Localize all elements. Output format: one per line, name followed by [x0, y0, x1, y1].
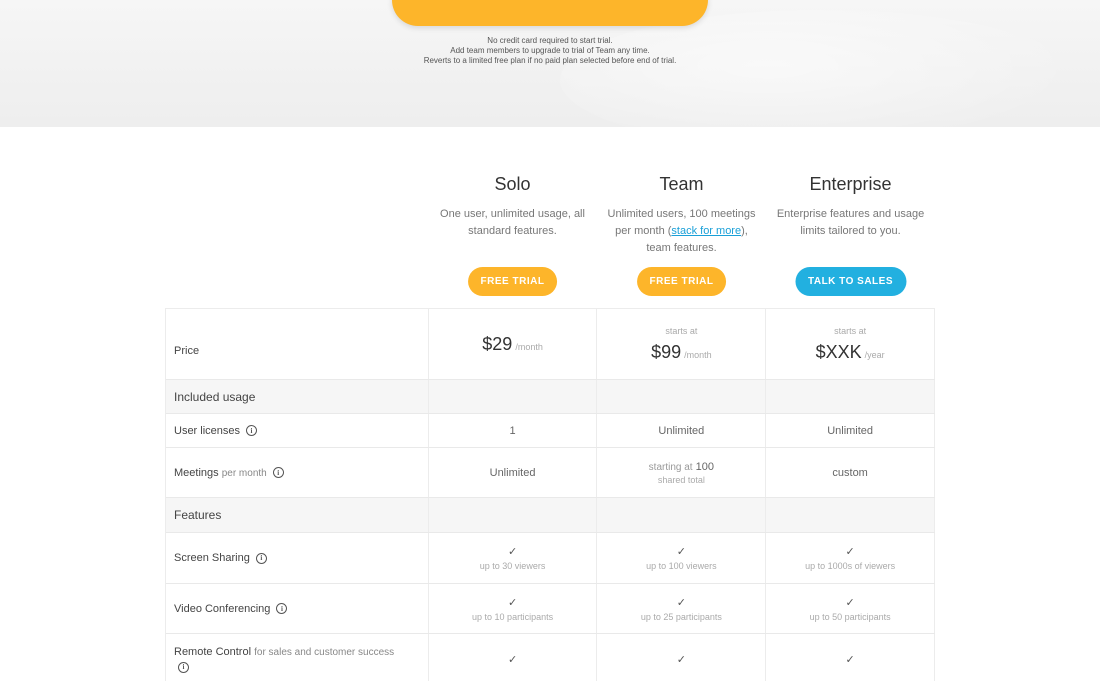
info-circle-icon[interactable]: i [246, 425, 258, 437]
solo-free-trial-button[interactable]: FREE TRIAL [467, 267, 558, 296]
user-licenses-team: Unlimited [597, 414, 767, 447]
stack-for-more-link[interactable]: stack for more [671, 225, 741, 237]
video-conferencing-solo: ✓ up to 10 participants [429, 584, 598, 633]
price-enterprise: starts at $XXK/year [766, 309, 936, 379]
plan-enterprise: Enterprise Enterprise features and usage… [766, 174, 935, 296]
remote-control-team: ✓ [597, 634, 767, 681]
section-features: Features [166, 498, 936, 533]
checkmark-icon: ✓ [507, 653, 518, 666]
user-licenses-solo: 1 [429, 414, 598, 447]
trial-note: Add team members to upgrade to trial of … [450, 46, 650, 55]
plan-description: One user, unlimited usage, all standard … [440, 208, 585, 237]
plan-team: Team Unlimited users, 100 meetings per m… [597, 174, 766, 296]
hero-section: START FREE TRIAL No credit card required… [0, 0, 1100, 127]
checkmark-icon: ✓ [507, 596, 518, 609]
meetings-enterprise: custom [766, 448, 936, 497]
talk-to-sales-button[interactable]: TALK TO SALES [794, 267, 907, 296]
checkmark-icon: ✓ [676, 653, 686, 666]
team-free-trial-button[interactable]: FREE TRIAL [636, 267, 727, 296]
remote-control-enterprise: ✓ [766, 634, 936, 681]
price-team: starts at $99/month [597, 309, 767, 379]
plan-description: Unlimited users, 100 meetings per month … [607, 208, 756, 254]
price-solo: $29/month [429, 309, 598, 379]
row-label: Screen Sharing i [166, 533, 429, 583]
info-circle-icon[interactable]: i [255, 552, 267, 564]
video-conferencing-enterprise: ✓ up to 50 participants [766, 584, 936, 633]
checkmark-icon: ✓ [676, 596, 686, 609]
section-included-usage: Included usage [166, 380, 936, 414]
checkmark-icon: ✓ [676, 546, 686, 558]
info-circle-icon[interactable]: i [178, 661, 189, 673]
table-row-screen-sharing: Screen Sharing i ✓ up to 30 viewers ✓ up to… [166, 533, 936, 584]
checkmark-icon: ✓ [845, 596, 855, 609]
table-row-price: Price $29/month starts at $99/month star… [166, 309, 936, 380]
row-label: Remote Control for sales and customer su… [166, 634, 429, 681]
hero-background-swoosh [560, 10, 1080, 127]
plan-name: Enterprise [809, 174, 892, 194]
meetings-solo: Unlimited [429, 448, 598, 497]
start-free-trial-button[interactable]: START FREE TRIAL [392, 0, 708, 26]
row-label: Meetings per month i [166, 448, 429, 497]
checkmark-icon: ✓ [845, 653, 855, 666]
info-circle-icon[interactable]: i [276, 603, 288, 615]
trial-note: No credit card required to start trial. [487, 36, 613, 45]
plan-solo: Solo One user, unlimited usage, all stan… [428, 174, 597, 296]
screen-sharing-team: ✓ up to 100 viewers [597, 533, 767, 583]
info-circle-icon[interactable]: i [272, 467, 284, 479]
checkmark-icon: ✓ [507, 546, 518, 558]
plan-name: Team [659, 174, 704, 194]
row-label: Price [166, 309, 429, 379]
plan-name: Solo [494, 174, 531, 194]
checkmark-icon: ✓ [845, 546, 855, 558]
row-label: Video Conferencing i [166, 584, 429, 633]
meetings-team: starting at 100 shared total [597, 448, 767, 497]
section-label: Features [166, 498, 429, 532]
trial-note: Reverts to a limited free plan if no pai… [423, 56, 677, 65]
video-conferencing-team: ✓ up to 25 participants [597, 584, 767, 633]
screen-sharing-solo: ✓ up to 30 viewers [429, 533, 598, 583]
trial-notes: No credit card required to start trial. … [300, 36, 800, 66]
table-row-video-conferencing: Video Conferencing i ✓ up to 10 participan… [166, 584, 936, 634]
table-row-user-licenses: User licenses i 1 Unlimited Unlimited [166, 414, 936, 448]
plan-description: Enterprise features and usage limits tai… [776, 208, 925, 237]
section-label: Included usage [166, 380, 429, 413]
row-label: User licenses i [166, 414, 429, 447]
remote-control-solo: ✓ [429, 634, 598, 681]
table-row-meetings: Meetings per month i Unlimited starting a… [166, 448, 936, 498]
screen-sharing-enterprise: ✓ up to 1000s of viewers [766, 533, 936, 583]
user-licenses-enterprise: Unlimited [766, 414, 936, 447]
table-row-remote-control: Remote Control for sales and customer su… [166, 634, 936, 681]
pricing-table: Price $29/month starts at $99/month star… [165, 308, 936, 681]
